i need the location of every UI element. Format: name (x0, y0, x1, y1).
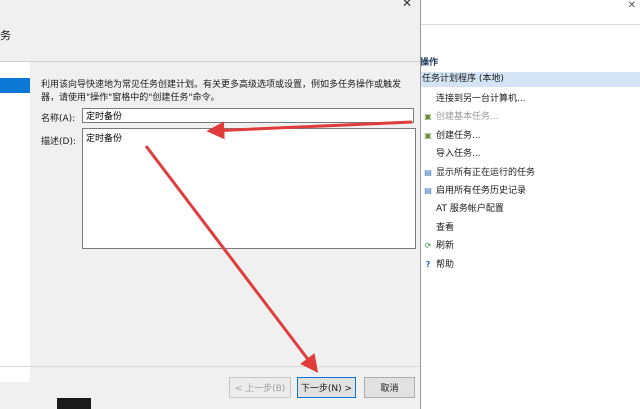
name-input[interactable] (82, 108, 414, 123)
actions-section-local[interactable]: 任务计划程序 (本地) (420, 72, 640, 87)
task-icon: ▣ (424, 112, 432, 122)
actions-header: 操作 (420, 58, 439, 68)
action-connect-computer[interactable]: 连接到另一台计算机... (420, 90, 640, 108)
back-button[interactable]: < 上一步(B) (229, 377, 291, 398)
pane-divider (420, 24, 640, 25)
action-help[interactable]: ? 帮助 (420, 256, 640, 274)
taskbar-fragment (57, 398, 91, 409)
description-textarea[interactable]: 定时备份 (82, 128, 416, 249)
refresh-icon: ⟳ (424, 241, 432, 251)
name-label: 名称(A): (41, 114, 76, 124)
description-label: 描述(D): (41, 137, 76, 147)
wizard-step-selected[interactable] (0, 78, 30, 93)
action-view[interactable]: 查看 (420, 219, 640, 237)
actions-list: 连接到另一台计算机... ▣ 创建基本任务... ▣ 创建任务... 导入任务.… (420, 90, 640, 274)
wizard-steps-panel (0, 62, 30, 382)
list-icon: ▤ (424, 185, 432, 195)
action-enable-task-history[interactable]: ▤ 启用所有任务历史记录 (420, 182, 640, 200)
actions-pane: ✕ 操作 任务计划程序 (本地) 连接到另一台计算机... ▣ 创建基本任务..… (412, 0, 640, 409)
header-divider (0, 61, 420, 62)
next-button[interactable]: 下一步(N) > (297, 377, 356, 398)
cancel-button[interactable]: 取消 (364, 377, 415, 398)
window-close-icon[interactable]: ✕ (628, 0, 636, 11)
action-at-service-config[interactable]: AT 服务帐户配置 (420, 200, 640, 218)
wizard-intro-text: 利用该向导快速地为常见任务创建计划。有关更多高级选项或设置，例如多任务操作或触发… (41, 80, 402, 103)
task-icon: ▣ (424, 130, 432, 140)
action-import-task[interactable]: 导入任务... (420, 145, 640, 163)
action-show-running-tasks[interactable]: ▤ 显示所有正在运行的任务 (420, 164, 640, 182)
list-icon: ▤ (424, 167, 432, 177)
footer-divider (0, 366, 420, 367)
dialog-close-icon[interactable]: ✕ (402, 0, 412, 10)
dialog-title: 务 (0, 29, 11, 42)
help-icon: ? (425, 259, 431, 269)
action-create-basic-task[interactable]: ▣ 创建基本任务... (420, 108, 640, 126)
action-create-task[interactable]: ▣ 创建任务... (420, 127, 640, 145)
create-basic-task-dialog: ✕ 务 利用该向导快速地为常见任务创建计划。有关更多高级选项或设置，例如多任务操… (0, 0, 421, 409)
action-refresh[interactable]: ⟳ 刷新 (420, 237, 640, 255)
